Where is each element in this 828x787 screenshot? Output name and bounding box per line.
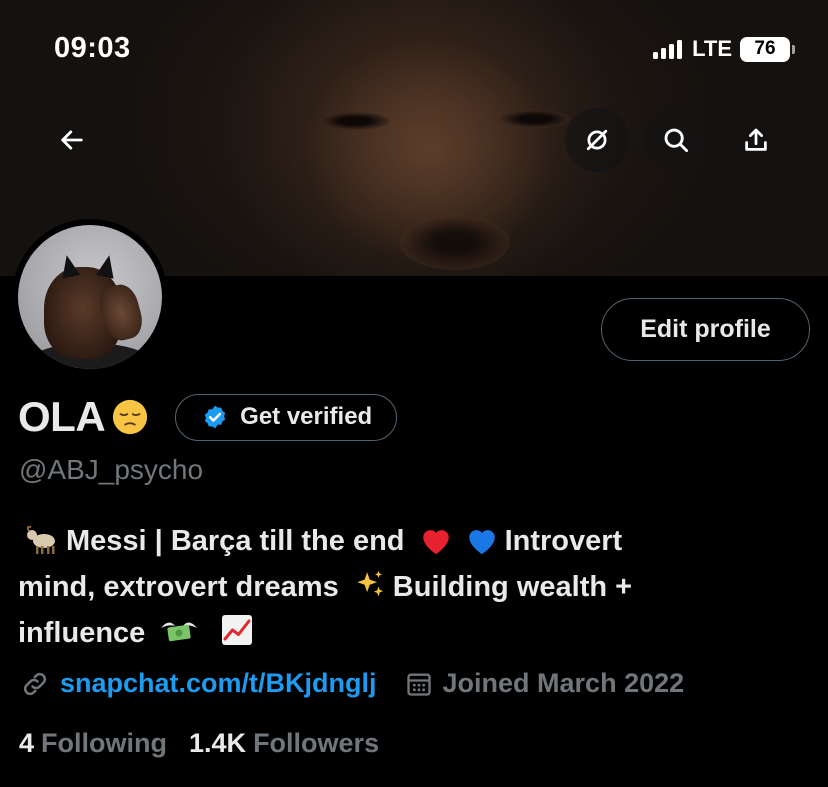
profile-page: 09:03 LTE 76 Edit profile OLA Get verifi…: [0, 0, 828, 787]
avatar[interactable]: [12, 219, 168, 375]
joined-date: Joined March 2022: [442, 668, 685, 698]
red-heart-icon: [422, 530, 449, 555]
profile-meta: snapchat.com/t/BKjdnglj Joined March 202…: [20, 668, 684, 699]
sparkles-icon: [357, 570, 383, 597]
following-link[interactable]: 4 Following: [19, 728, 167, 759]
name-row: OLA Get verified: [18, 393, 398, 441]
bio-line1-b: Introvert: [504, 525, 623, 557]
profile-bio: Messi | Barça till the end Introvert min…: [18, 518, 808, 656]
verified-badge-icon: [204, 405, 226, 429]
followers-label: Followers: [253, 728, 380, 758]
search-icon: [664, 128, 689, 153]
chart-increasing-icon: [222, 615, 253, 645]
hide-profile-button[interactable]: [565, 108, 629, 172]
money-with-wings-icon: [161, 622, 198, 642]
edit-profile-button[interactable]: Edit profile: [601, 298, 810, 361]
battery-icon: 76: [740, 36, 795, 62]
following-count: 4: [19, 728, 35, 758]
bio-line3: influence: [18, 617, 146, 649]
follow-stats: 4 Following 1.4K Followers: [19, 728, 379, 759]
back-button[interactable]: [40, 108, 104, 172]
blue-heart-icon: [468, 530, 495, 555]
bio-line1-a: Messi | Barça till the end: [66, 525, 405, 557]
following-label: Following: [41, 728, 168, 758]
arrow-left-icon: [61, 130, 83, 150]
search-button[interactable]: [644, 108, 708, 172]
share-button[interactable]: [724, 108, 788, 172]
circle-slash-icon: [586, 129, 608, 151]
bio-line2-b: Building wealth +: [392, 571, 633, 603]
bio-line2-a: mind, extrovert dreams: [18, 571, 339, 603]
network-type: LTE: [692, 36, 732, 61]
pensive-face-icon: [113, 399, 148, 435]
avatar-image: [18, 225, 162, 369]
followers-count: 1.4K: [189, 728, 247, 758]
get-verified-label: Get verified: [240, 403, 373, 430]
user-handle: @ABJ_psycho: [19, 454, 204, 485]
followers-link[interactable]: 1.4K Followers: [189, 728, 379, 759]
status-time: 09:03: [54, 32, 131, 64]
signal-icon: [653, 39, 683, 59]
share-upload-icon: [745, 128, 767, 151]
calendar-icon: [406, 673, 431, 696]
status-indicators: LTE 76: [653, 36, 795, 62]
get-verified-button[interactable]: Get verified: [175, 393, 398, 441]
goat-emoji-icon: [26, 525, 55, 554]
battery-level: 76: [754, 38, 776, 59]
profile-link[interactable]: snapchat.com/t/BKjdnglj: [60, 668, 377, 699]
display-name: OLA: [18, 393, 106, 440]
link-icon: [23, 672, 47, 695]
